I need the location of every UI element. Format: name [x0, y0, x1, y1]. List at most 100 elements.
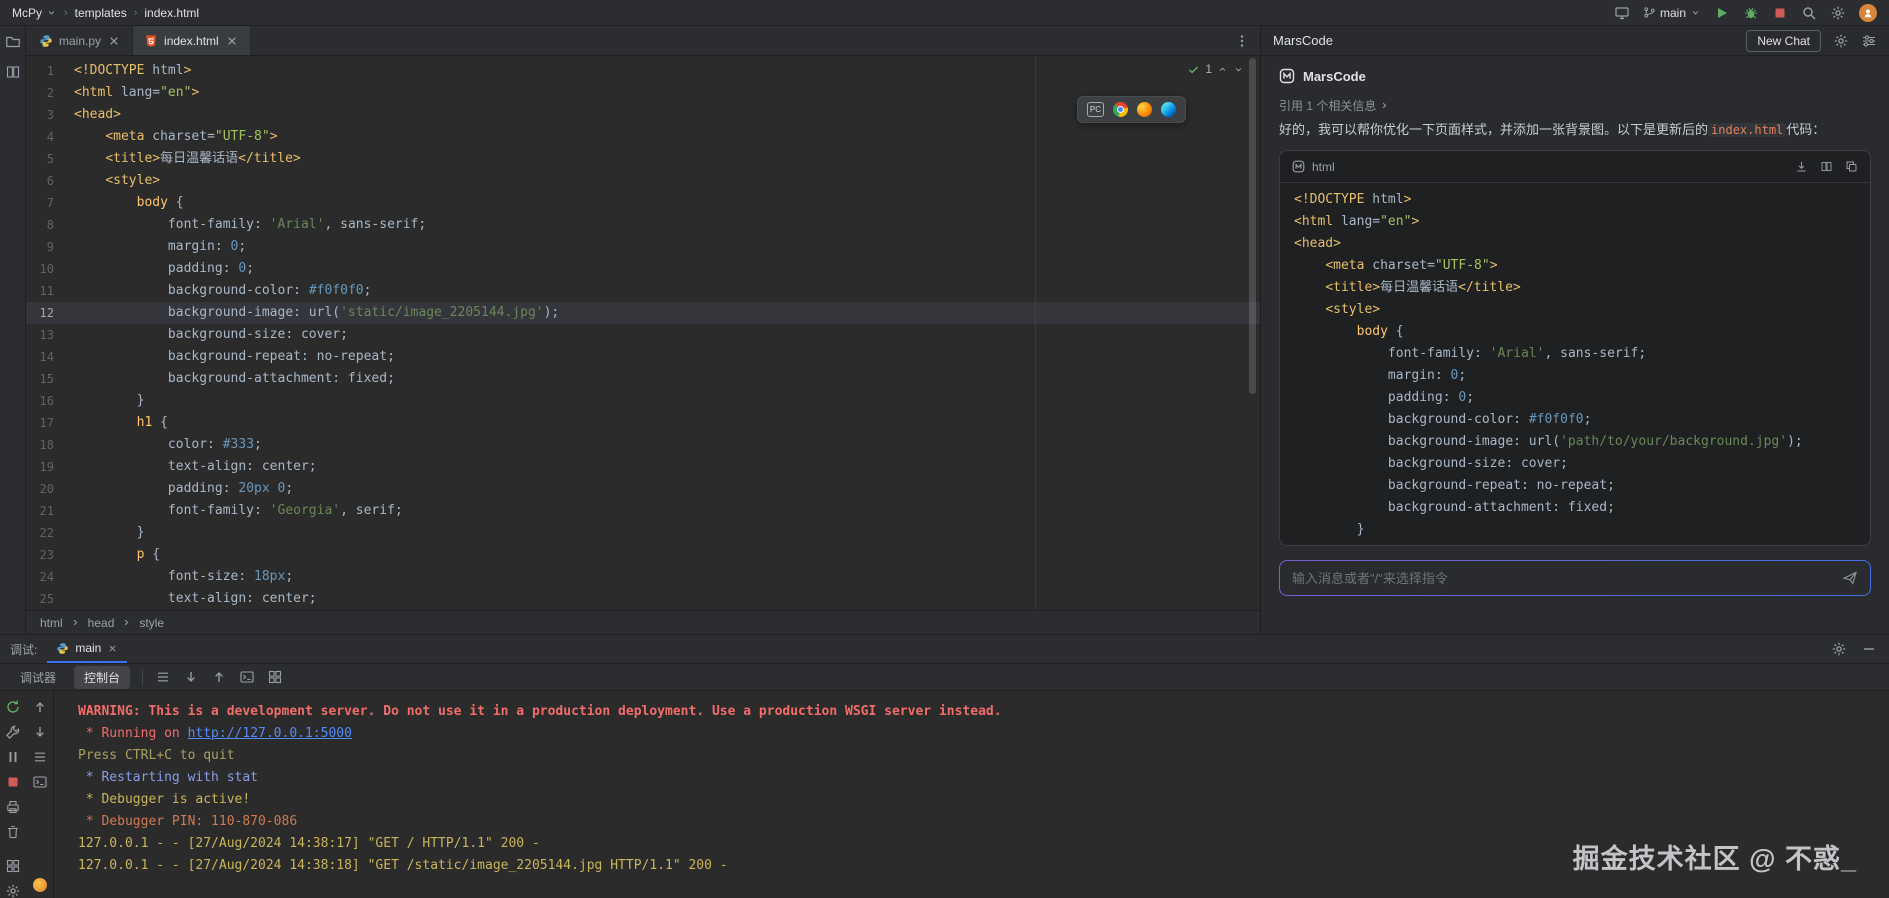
git-branch-widget[interactable]: main	[1643, 6, 1701, 20]
editor-line[interactable]: 22 }	[26, 522, 1260, 544]
console-link[interactable]: http://127.0.0.1:5000	[188, 726, 352, 741]
editor-line[interactable]: 21 font-family: 'Georgia', serif;	[26, 500, 1260, 522]
print-icon[interactable]	[5, 799, 21, 815]
tab-console[interactable]: 控制台	[74, 666, 130, 689]
code-text: padding: 0;	[74, 258, 254, 280]
chrome-icon[interactable]	[1113, 102, 1128, 117]
marscode-panel-title: MarsCode	[1273, 33, 1333, 48]
arrow-up-icon[interactable]	[211, 669, 227, 685]
line-number: 18	[26, 434, 74, 456]
tab-main-py[interactable]: main.py	[28, 26, 133, 55]
diff-code-icon[interactable]	[1820, 160, 1833, 173]
editor-line[interactable]: 15 background-attachment: fixed;	[26, 368, 1260, 390]
built-in-preview-icon[interactable]: PC	[1087, 102, 1104, 117]
plugin-status-icon[interactable]	[33, 878, 47, 892]
hide-panel-icon[interactable]	[1861, 641, 1877, 657]
editor-line[interactable]: 9 margin: 0;	[26, 236, 1260, 258]
arrow-up-icon[interactable]	[32, 699, 48, 715]
project-selector[interactable]: McPy	[12, 6, 57, 20]
debug-settings-icon[interactable]	[1831, 641, 1847, 657]
search-everywhere-button[interactable]	[1801, 5, 1817, 21]
inspection-widget[interactable]: 1	[1187, 62, 1244, 76]
editor-line[interactable]: 12 background-image: url('static/image_2…	[26, 302, 1260, 324]
editor-line[interactable]: 19 text-align: center;	[26, 456, 1260, 478]
editor-line[interactable]: 2<html lang="en">	[26, 82, 1260, 104]
editor-line[interactable]: 23 p {	[26, 544, 1260, 566]
editor-scrollbar[interactable]	[1249, 58, 1256, 394]
line-number: 14	[26, 346, 74, 368]
copy-code-icon[interactable]	[1845, 160, 1858, 173]
editor-line[interactable]: 1<!DOCTYPE html>	[26, 60, 1260, 82]
crumb-head[interactable]: head	[88, 616, 115, 630]
send-icon[interactable]	[1842, 570, 1858, 586]
debug-session-tab[interactable]: main	[47, 635, 127, 663]
user-avatar[interactable]	[1859, 4, 1877, 22]
reference-link[interactable]: 引用 1 个相关信息	[1279, 94, 1871, 116]
arrow-down-icon[interactable]	[32, 724, 48, 740]
breadcrumb-index-html[interactable]: index.html	[144, 6, 199, 20]
rerun-icon[interactable]	[5, 699, 21, 715]
editor-line[interactable]: 7 body {	[26, 192, 1260, 214]
settings-button[interactable]	[1830, 5, 1846, 21]
debug-button[interactable]	[1743, 5, 1759, 21]
pause-icon[interactable]	[5, 749, 21, 765]
close-icon[interactable]	[107, 643, 118, 654]
wrench-icon[interactable]	[5, 724, 21, 740]
breadcrumb-templates[interactable]: templates	[75, 6, 127, 20]
arrow-down-icon[interactable]	[183, 669, 199, 685]
device-preview-icon[interactable]	[1614, 5, 1630, 21]
chat-input[interactable]	[1292, 571, 1834, 586]
editor-line[interactable]: 16 }	[26, 390, 1260, 412]
marscode-options-icon[interactable]	[1861, 33, 1877, 49]
project-tool-icon[interactable]	[5, 34, 21, 50]
tab-options-icon[interactable]	[1234, 33, 1250, 49]
editor-line[interactable]: 18 color: #333;	[26, 434, 1260, 456]
card-code-line: <html lang="en">	[1294, 211, 1856, 233]
editor-line[interactable]: 17 h1 {	[26, 412, 1260, 434]
insert-code-icon[interactable]	[1795, 160, 1808, 173]
editor-line[interactable]: 20 padding: 20px 0;	[26, 478, 1260, 500]
editor-line[interactable]: 10 padding: 0;	[26, 258, 1260, 280]
close-icon[interactable]	[107, 34, 121, 48]
grid-icon[interactable]	[267, 669, 283, 685]
run-button[interactable]	[1714, 5, 1730, 21]
crumb-style[interactable]: style	[139, 616, 164, 630]
tab-debugger[interactable]: 调试器	[10, 666, 66, 689]
tab-index-html[interactable]: index.html	[133, 26, 251, 55]
console-icon[interactable]	[32, 774, 48, 790]
editor-line[interactable]: 5 <title>每日温馨话语</title>	[26, 148, 1260, 170]
editor-line[interactable]: 14 background-repeat: no-repeat;	[26, 346, 1260, 368]
editor-line[interactable]: 11 background-color: #f0f0f0;	[26, 280, 1260, 302]
next-problem-icon[interactable]	[1233, 64, 1244, 75]
editor-line[interactable]: 24 font-size: 18px;	[26, 566, 1260, 588]
list-icon[interactable]	[32, 749, 48, 765]
editor-line[interactable]: 6 <style>	[26, 170, 1260, 192]
console-line: * Debugger PIN: 110-870-086	[78, 811, 1889, 833]
grid-icon[interactable]	[5, 858, 21, 874]
editor-line[interactable]: 25 text-align: center;	[26, 588, 1260, 610]
chevron-right-icon	[1379, 100, 1390, 111]
new-chat-button[interactable]: New Chat	[1746, 30, 1821, 52]
editor[interactable]: 1<!DOCTYPE html>2<html lang="en">3<head>…	[26, 56, 1260, 610]
list-icon[interactable]	[155, 669, 171, 685]
editor-line[interactable]: 8 font-family: 'Arial', sans-serif;	[26, 214, 1260, 236]
stop-button[interactable]	[1772, 5, 1788, 21]
card-code[interactable]: <!DOCTYPE html><html lang="en"><head> <m…	[1280, 183, 1870, 546]
structure-tool-icon[interactable]	[5, 64, 21, 80]
trash-icon[interactable]	[5, 824, 21, 840]
console-icon[interactable]	[239, 669, 255, 685]
marscode-settings-icon[interactable]	[1833, 33, 1849, 49]
prev-problem-icon[interactable]	[1217, 64, 1228, 75]
card-code-line: padding: 0;	[1294, 387, 1856, 409]
crumb-html[interactable]: html	[40, 616, 63, 630]
editor-line[interactable]: 13 background-size: cover;	[26, 324, 1260, 346]
close-icon[interactable]	[225, 34, 239, 48]
firefox-icon[interactable]	[1137, 102, 1152, 117]
stop-icon[interactable]	[5, 774, 21, 790]
editor-line[interactable]: 4 <meta charset="UTF-8">	[26, 126, 1260, 148]
code-text: <style>	[74, 170, 160, 192]
edge-icon[interactable]	[1161, 102, 1176, 117]
chat-input-box[interactable]	[1279, 560, 1871, 596]
gear-icon[interactable]	[5, 883, 21, 898]
editor-line[interactable]: 3<head>	[26, 104, 1260, 126]
